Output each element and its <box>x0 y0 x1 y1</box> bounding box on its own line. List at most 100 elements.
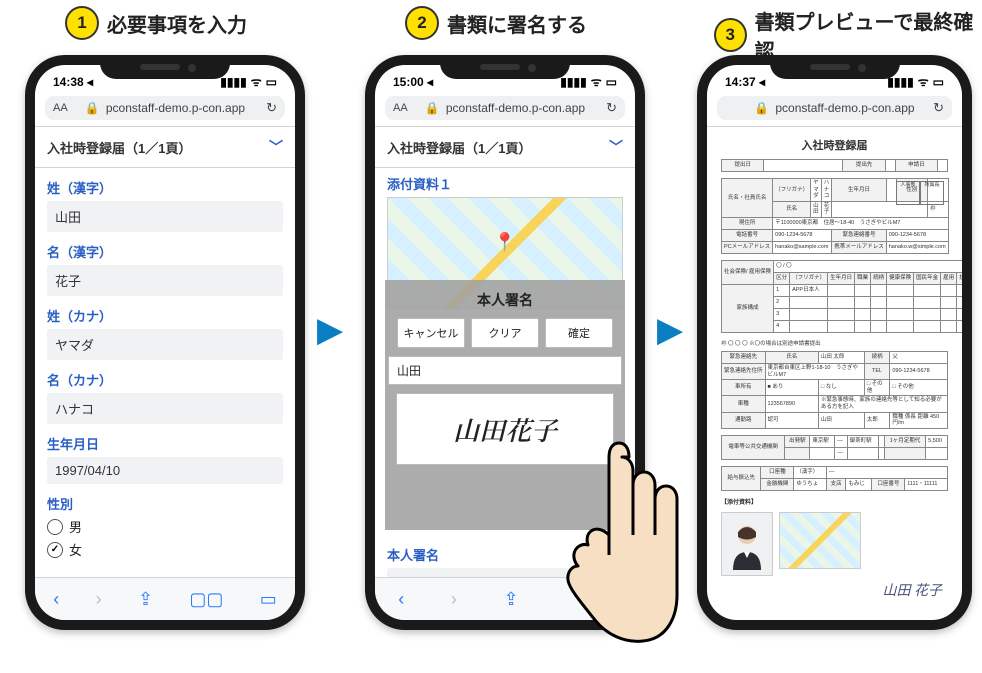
input-mei-kanji[interactable]: 花子 <box>47 265 283 296</box>
document-preview[interactable]: 人事部 所属長 入社時登録届 提出日提出先申請日 氏名・社員氏名（フリガナ）ヤマ… <box>707 127 962 608</box>
reload-icon[interactable]: ↻ <box>266 100 277 116</box>
signal-icon: ▮▮▮▮ <box>560 75 586 89</box>
nav-back-icon[interactable]: ‹ <box>53 589 59 610</box>
clear-button[interactable]: クリア <box>471 318 539 348</box>
arrow-2-icon: ▶ <box>657 310 683 350</box>
url-bar[interactable]: 🔒 pconstaff-demo.p-con.app ↻ <box>717 96 952 120</box>
radio-checked-icon <box>47 542 63 558</box>
wifi-icon: ᯤ <box>251 73 262 90</box>
lock-icon: 🔒 <box>425 101 440 115</box>
phone-2: 15:00 ◂ ▮▮▮▮ ᯤ ▭ AA 🔒 pconstaff-demo.p-c… <box>365 55 645 630</box>
nav-back-icon[interactable]: ‹ <box>398 589 404 610</box>
battery-icon: ▭ <box>266 75 277 89</box>
lock-icon: 🔒 <box>85 101 100 115</box>
radio-male[interactable]: 男 <box>47 517 283 536</box>
dropdown-label: 入社時登録届（1／1頁） <box>47 138 191 157</box>
signature-field-label: 本人署名 <box>387 545 623 564</box>
attachment-label: 添付資料１ <box>387 174 623 193</box>
signature-modal: 本人署名 キャンセル クリア 確定 山田 山田花子 <box>385 280 625 530</box>
label-mei-kanji: 名（漢字） <box>47 242 283 261</box>
chevron-down-icon: ﹀ <box>269 137 283 157</box>
reload-icon[interactable]: ↻ <box>606 100 617 116</box>
label-dob: 生年月日 <box>47 434 283 453</box>
clock: 14:37 ◂ <box>725 75 765 89</box>
label-sei-kana: 姓（カナ） <box>47 306 283 325</box>
signal-icon: ▮▮▮▮ <box>220 75 246 89</box>
doc-table-social: 社会保険/ 雇用保険〇 / 〇 区分（フリガナ）生年月日職業続柄健康保険国民年金… <box>721 260 962 333</box>
map-pin-icon: 📍 <box>494 232 516 253</box>
chevron-down-icon: ﹀ <box>609 137 623 157</box>
step-1-badge: 1 <box>65 6 99 40</box>
radio-female[interactable]: 女 <box>47 540 283 559</box>
nav-forward-icon: › <box>96 589 102 610</box>
notch-icon <box>770 55 900 79</box>
reload-icon[interactable]: ↻ <box>933 100 944 116</box>
nav-forward-icon: › <box>451 589 457 610</box>
radio-unchecked-icon <box>47 519 63 535</box>
input-dob[interactable]: 1997/04/10 <box>47 457 283 484</box>
url-text: pconstaff-demo.p-con.app <box>106 101 245 115</box>
doc-title: 入社時登録届 <box>721 137 948 153</box>
step-2-badge: 2 <box>405 6 439 40</box>
modal-title: 本人署名 <box>477 290 533 310</box>
step-1-header: 1 必要事項を入力 <box>65 6 247 40</box>
browser-toolbar: ‹ › ⇪ ▢▢ ▭ <box>35 577 295 620</box>
bookmarks-icon[interactable]: ▢▢ <box>189 589 223 610</box>
browser-toolbar: ‹ › ⇪ <box>375 577 635 620</box>
notch-icon <box>100 55 230 79</box>
page-select-dropdown[interactable]: 入社時登録届（1／1頁） ﹀ <box>375 127 635 167</box>
arrow-1-icon: ▶ <box>317 310 343 350</box>
clock: 15:00 ◂ <box>393 75 433 89</box>
signature-print: 山田 花子 <box>721 580 948 600</box>
approval-stamp-boxes: 人事部 所属長 <box>896 181 944 205</box>
tabs-icon[interactable]: ▭ <box>260 589 277 610</box>
phone-1: 14:38 ◂ ▮▮▮▮ ᯤ ▭ AA 🔒 pconstaff-demo.p-c… <box>25 55 305 630</box>
text-size-button[interactable]: AA <box>393 102 408 114</box>
sign-line: ㊞ 〇 〇 〇 ※〇の場合は別途申請書提出 <box>721 339 948 347</box>
share-icon[interactable]: ⇪ <box>138 589 153 610</box>
wifi-icon: ᯤ <box>918 73 929 90</box>
url-text: pconstaff-demo.p-con.app <box>775 101 914 115</box>
label-mei-kana: 名（カナ） <box>47 370 283 389</box>
wifi-icon: ᯤ <box>591 73 602 90</box>
battery-icon: ▭ <box>606 75 617 89</box>
name-preview: 山田 <box>388 356 622 385</box>
input-mei-kana[interactable]: ハナコ <box>47 393 283 424</box>
label-sei-kanji: 姓（漢字） <box>47 178 283 197</box>
confirm-button[interactable]: 確定 <box>545 318 613 348</box>
share-icon[interactable]: ⇪ <box>503 589 518 610</box>
cancel-button[interactable]: キャンセル <box>397 318 465 348</box>
page-select-dropdown[interactable]: 入社時登録届（1／1頁） ﹀ <box>35 127 295 167</box>
doc-table-commute: 電車等公共交通機関 出発駅東京駅—御茶町駅1ヶ月定期代5,500 — <box>721 435 948 460</box>
url-text: pconstaff-demo.p-con.app <box>446 101 585 115</box>
radio-male-label: 男 <box>69 517 82 536</box>
step-2-title: 書類に署名する <box>447 9 587 38</box>
label-gender: 性別 <box>47 494 283 513</box>
input-sei-kanji[interactable]: 山田 <box>47 201 283 232</box>
step-3-badge: 3 <box>714 18 747 52</box>
portrait-icon <box>727 518 767 570</box>
doc-table-head: 提出日提出先申請日 <box>721 159 948 172</box>
input-sei-kana[interactable]: ヤマダ <box>47 329 283 360</box>
text-size-button[interactable]: AA <box>53 102 68 114</box>
divider <box>375 167 635 168</box>
phone-3: 14:37 ◂ ▮▮▮▮ ᯤ ▭ 🔒 pconstaff-demo.p-con.… <box>697 55 972 630</box>
doc-table-bank: 給与振込先口座種（漢字）— 金融機関ゆうちょ支店もみじ口座番号1111・1111… <box>721 466 948 491</box>
doc-table-kin: 緊急連絡先氏名山田 太郎続柄父 緊急連絡先住所東京都台東区上野1-18-10 う… <box>721 351 948 429</box>
attachments-row <box>721 512 948 576</box>
url-bar[interactable]: AA 🔒 pconstaff-demo.p-con.app ↻ <box>45 96 285 120</box>
attach-heading: 【添付資料】 <box>721 497 948 506</box>
battery-icon: ▭ <box>933 75 944 89</box>
lock-icon: 🔒 <box>754 101 769 115</box>
signature-pad[interactable]: 山田花子 <box>396 393 614 465</box>
url-bar[interactable]: AA 🔒 pconstaff-demo.p-con.app ↻ <box>385 96 625 120</box>
stamp-box: 所属長 <box>920 181 944 205</box>
id-photo <box>721 512 773 576</box>
step-2-header: 2 書類に署名する <box>405 6 587 40</box>
map-thumbnail <box>779 512 861 569</box>
radio-female-label: 女 <box>69 540 82 559</box>
step-1-title: 必要事項を入力 <box>107 9 247 38</box>
clock: 14:38 ◂ <box>53 75 93 89</box>
form-scroll[interactable]: 姓（漢字） 山田 名（漢字） 花子 姓（カナ） ヤマダ 名（カナ） ハナコ 生年… <box>35 168 295 563</box>
dropdown-label: 入社時登録届（1／1頁） <box>387 138 531 157</box>
